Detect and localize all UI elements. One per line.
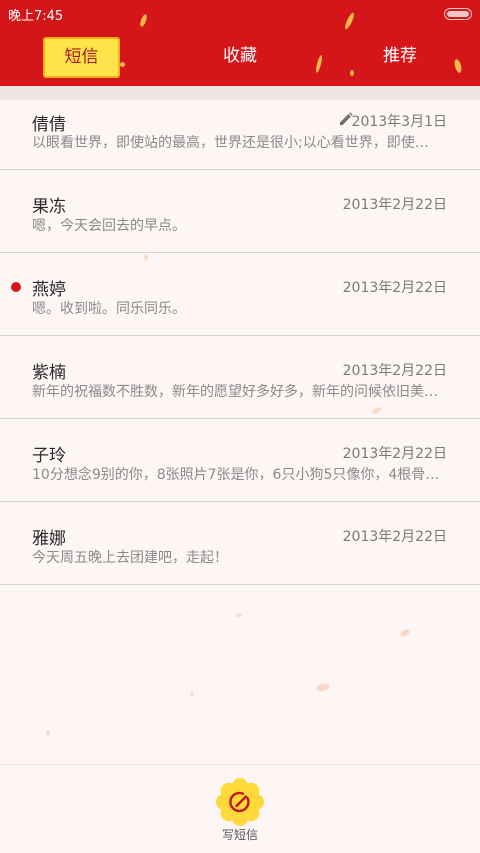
petal-decoration [314,54,324,74]
petal-decoration [315,682,331,693]
contact-name: 果冻 [32,197,66,217]
compose-icon[interactable] [215,777,265,827]
header-bar: 晚上7:45 短信 收藏 推荐 [0,0,480,86]
battery-icon [444,8,472,20]
contact-name: 紫楠 [32,363,66,383]
message-date: 2013年2月22日 [342,446,447,462]
message-row[interactable]: 子玲 2013年2月22日 10分想念9别的你，8张照片7张是你，6只小狗5只像… [0,419,480,502]
unread-indicator [11,282,21,292]
petal-decoration [138,13,149,28]
message-date: 2013年2月22日 [342,363,447,379]
petal-decoration [236,613,242,617]
message-preview: 10分想念9别的你，8张照片7张是你，6只小狗5只像你，4根骨头… [32,467,442,483]
message-preview: 新年的祝福数不胜数，新年的愿望好多好多，新年的问候依旧美好… [32,384,442,400]
message-date: 2013年2月22日 [342,529,447,545]
message-preview: 以眼看世界，即使站的最高，世界还是很小;以心看世界，即使身… [32,135,442,151]
tab-sms[interactable]: 短信 [43,37,120,78]
petal-decoration [350,70,354,76]
list-top-band [0,86,480,100]
message-row[interactable]: 倩倩 2013年3月1日 以眼看世界，即使站的最高，世界还是很小;以心看世界，即… [0,100,480,170]
petal-decoration [399,627,411,639]
message-row[interactable]: 雅娜 2013年2月22日 今天周五晚上去团建吧，走起！ [0,502,480,585]
message-preview: 嗯。收到啦。同乐同乐。 [32,301,186,317]
message-row[interactable]: 紫楠 2013年2月22日 新年的祝福数不胜数，新年的愿望好多好多，新年的问候依… [0,336,480,419]
message-row[interactable]: 燕婷 2013年2月22日 嗯。收到啦。同乐同乐。 [0,253,480,336]
contact-name: 雅娜 [32,529,66,549]
message-row[interactable]: 果冻 2013年2月22日 嗯，今天会回去的早点。 [0,170,480,253]
petal-decoration [46,730,50,736]
message-preview: 今天周五晚上去团建吧，走起！ [32,550,228,566]
petal-decoration [343,11,356,31]
message-date: 2013年2月22日 [342,197,447,213]
message-list: 倩倩 2013年3月1日 以眼看世界，即使站的最高，世界还是很小;以心看世界，即… [0,100,480,585]
compose-label: 写短信 [221,828,258,842]
petal-decoration [120,62,125,67]
petal-decoration [453,58,463,74]
contact-name: 燕婷 [32,280,66,300]
message-date: 2013年3月1日 [351,114,447,130]
tab-favorites[interactable]: 收藏 [200,38,280,75]
message-date: 2013年2月22日 [342,280,447,296]
message-preview: 嗯，今天会回去的早点。 [32,218,186,234]
status-time: 晚上7:45 [8,9,64,24]
contact-name: 子玲 [32,446,66,466]
tab-recommended[interactable]: 推荐 [360,38,440,75]
petal-decoration [190,692,194,696]
bottom-divider [0,764,480,765]
